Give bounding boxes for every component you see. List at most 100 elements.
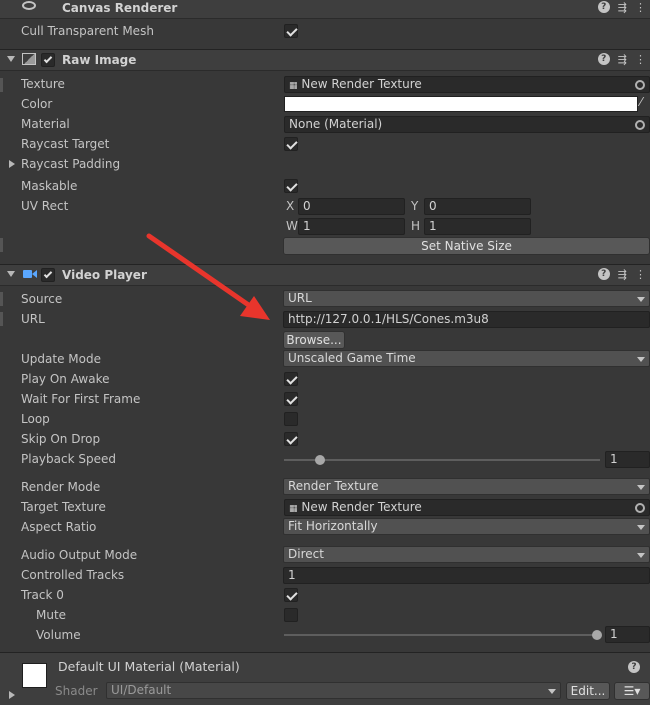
- edit-shader-button[interactable]: Edit...: [566, 682, 610, 700]
- component-title: Raw Image: [62, 53, 137, 67]
- loop-label: Loop: [21, 412, 50, 426]
- aspect-ratio-dropdown[interactable]: Fit Horizontally: [283, 518, 650, 535]
- update-mode-label: Update Mode: [21, 352, 101, 366]
- foldout-arrow-icon[interactable]: [7, 56, 15, 62]
- mute-checkbox[interactable]: [284, 608, 298, 622]
- object-picker-icon[interactable]: [635, 503, 645, 513]
- audio-output-label: Audio Output Mode: [21, 548, 138, 562]
- source-dropdown[interactable]: URL: [283, 290, 650, 307]
- url-label: URL: [21, 312, 45, 326]
- help-icon[interactable]: ?: [597, 268, 610, 280]
- color-swatch[interactable]: [284, 96, 638, 112]
- volume-knob[interactable]: [592, 630, 602, 640]
- volume-label: Volume: [36, 628, 81, 642]
- set-native-size-button[interactable]: Set Native Size: [283, 237, 650, 255]
- component-title: Canvas Renderer: [62, 1, 178, 15]
- help-icon[interactable]: ?: [597, 1, 610, 13]
- presets-icon[interactable]: ⇶: [618, 53, 627, 66]
- playback-speed-field[interactable]: 1: [605, 451, 650, 468]
- more-icon[interactable]: ⋮: [635, 268, 646, 281]
- maskable-label: Maskable: [21, 179, 78, 193]
- render-texture-icon: ▦: [289, 504, 298, 514]
- texture-value: New Render Texture: [301, 77, 422, 91]
- render-mode-label: Render Mode: [21, 480, 101, 494]
- uv-x-label: X: [286, 199, 295, 213]
- audio-output-dropdown[interactable]: Direct: [283, 546, 650, 563]
- source-label: Source: [21, 292, 63, 306]
- component-title: Video Player: [62, 268, 147, 282]
- raycast-padding-label[interactable]: Raycast Padding: [21, 157, 120, 171]
- shader-options-button[interactable]: ☰▾: [614, 682, 650, 700]
- volume-track[interactable]: [284, 634, 600, 636]
- shader-dropdown[interactable]: UI/Default: [106, 682, 561, 699]
- object-picker-icon[interactable]: [635, 120, 645, 130]
- uv-w-field[interactable]: 1: [298, 218, 405, 235]
- loop-checkbox[interactable]: [284, 412, 298, 426]
- cull-transparent-mesh-checkbox[interactable]: [284, 24, 298, 38]
- annotation-arrow: [146, 233, 270, 320]
- edge-marker: [0, 292, 3, 306]
- browse-button[interactable]: Browse...: [283, 331, 345, 349]
- controlled-tracks-label: Controlled Tracks: [21, 568, 125, 582]
- material-field[interactable]: None (Material): [284, 116, 650, 133]
- edge-marker: [0, 312, 3, 326]
- help-icon[interactable]: ?: [628, 661, 640, 673]
- material-section: Default UI Material (Material) ? Shader …: [0, 652, 650, 705]
- wait-first-frame-label: Wait For First Frame: [21, 392, 141, 406]
- skip-on-drop-checkbox[interactable]: [284, 432, 298, 446]
- volume-field[interactable]: 1: [605, 626, 650, 643]
- maskable-checkbox[interactable]: [284, 179, 298, 193]
- material-label: Material: [21, 117, 70, 131]
- uv-h-field[interactable]: 1: [424, 218, 531, 235]
- image-icon: [22, 53, 36, 65]
- track0-checkbox[interactable]: [284, 588, 298, 602]
- list-icon: ☰▾: [623, 684, 641, 698]
- presets-icon[interactable]: ⇶: [618, 1, 627, 14]
- track0-label: Track 0: [21, 588, 64, 602]
- playback-speed-label: Playback Speed: [21, 452, 116, 466]
- foldout-arrow-icon[interactable]: [9, 691, 15, 699]
- target-texture-value: New Render Texture: [301, 500, 422, 514]
- playback-speed-knob[interactable]: [315, 455, 325, 465]
- video-camera-icon: [23, 270, 32, 278]
- object-picker-icon[interactable]: [635, 80, 645, 90]
- presets-icon[interactable]: ⇶: [618, 268, 627, 281]
- more-icon[interactable]: ⋮: [635, 1, 646, 14]
- shader-label: Shader: [55, 684, 98, 698]
- canvas-renderer-header[interactable]: Canvas Renderer ? ⇶ ⋮: [0, 0, 650, 19]
- play-on-awake-label: Play On Awake: [21, 372, 110, 386]
- mute-label: Mute: [36, 608, 67, 622]
- texture-field[interactable]: ▦ New Render Texture: [284, 76, 650, 93]
- controlled-tracks-field[interactable]: 1: [283, 567, 650, 584]
- foldout-arrow-icon[interactable]: [7, 271, 15, 277]
- raw-image-enabled-checkbox[interactable]: [41, 53, 55, 67]
- raycast-target-checkbox[interactable]: [284, 137, 298, 151]
- help-icon[interactable]: ?: [597, 53, 610, 65]
- uv-h-label: H: [411, 219, 421, 233]
- aspect-ratio-label: Aspect Ratio: [21, 520, 97, 534]
- foldout-arrow-icon[interactable]: [9, 160, 15, 168]
- update-mode-dropdown[interactable]: Unscaled Game Time: [283, 350, 650, 367]
- render-mode-dropdown[interactable]: Render Texture: [283, 478, 650, 495]
- video-camera-lens: [32, 270, 37, 278]
- uv-w-label: W: [286, 219, 298, 233]
- video-player-header[interactable]: Video Player ? ⇶ ⋮: [0, 264, 650, 286]
- more-icon[interactable]: ⋮: [635, 53, 646, 66]
- wait-first-frame-checkbox[interactable]: [284, 392, 298, 406]
- url-input[interactable]: http://127.0.0.1/HLS/Cones.m3u8: [283, 311, 650, 328]
- play-on-awake-checkbox[interactable]: [284, 372, 298, 386]
- uv-rect-label: UV Rect: [21, 199, 69, 213]
- texture-label: Texture: [21, 77, 65, 91]
- color-label: Color: [21, 97, 53, 111]
- eyedropper-icon[interactable]: ⁄: [640, 95, 642, 109]
- target-texture-field[interactable]: ▦ New Render Texture: [284, 499, 650, 516]
- raw-image-header[interactable]: Raw Image ? ⇶ ⋮: [0, 49, 650, 71]
- uv-y-label: Y: [411, 199, 419, 213]
- eye-icon[interactable]: [22, 1, 36, 10]
- playback-speed-track[interactable]: [284, 459, 600, 461]
- uv-x-field[interactable]: 0: [298, 198, 405, 215]
- uv-y-field[interactable]: 0: [424, 198, 531, 215]
- video-player-enabled-checkbox[interactable]: [41, 268, 55, 282]
- cull-transparent-mesh-label: Cull Transparent Mesh: [21, 24, 154, 38]
- raycast-target-label: Raycast Target: [21, 137, 110, 151]
